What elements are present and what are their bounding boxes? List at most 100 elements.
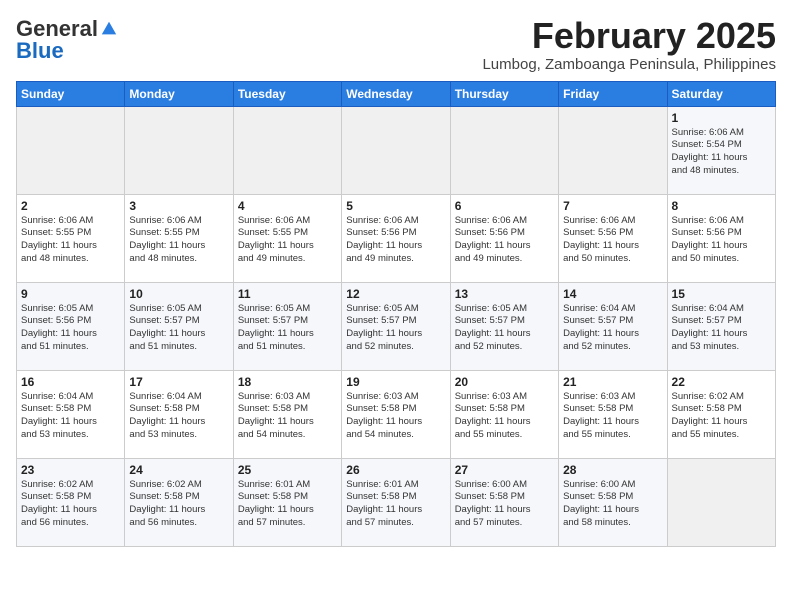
month-title: February 2025 [482,16,776,56]
day-info: Sunrise: 6:03 AM Sunset: 5:58 PM Dayligh… [346,391,445,442]
weekday-header-friday: Friday [559,81,667,106]
day-number: 14 [563,287,662,301]
calendar-cell: 4Sunrise: 6:06 AM Sunset: 5:55 PM Daylig… [233,194,341,282]
calendar-body: 1 Sunrise: 6:06 AM Sunset: 5:54 PM Daylig… [17,106,776,546]
day-info: Sunrise: 6:04 AM Sunset: 5:57 PM Dayligh… [563,303,662,354]
day-number: 4 [238,199,337,213]
day-info: Sunrise: 6:01 AM Sunset: 5:58 PM Dayligh… [346,479,445,530]
calendar-week-5: 23 Sunrise: 6:02 AM Sunset: 5:58 PM Dayli… [17,458,776,546]
calendar-cell: 13 Sunrise: 6:05 AM Sunset: 5:57 PM Dayli… [450,282,558,370]
weekday-header-tuesday: Tuesday [233,81,341,106]
weekday-header-monday: Monday [125,81,233,106]
calendar-cell: 6Sunrise: 6:06 AM Sunset: 5:56 PM Daylig… [450,194,558,282]
day-number: 15 [672,287,771,301]
day-number: 1 [672,111,771,125]
day-number: 16 [21,375,120,389]
calendar-cell: 16 Sunrise: 6:04 AM Sunset: 5:58 PM Dayli… [17,370,125,458]
day-info: Sunrise: 6:02 AM Sunset: 5:58 PM Dayligh… [21,479,120,530]
location-text: Lumbog, Zamboanga Peninsula, Philippines [482,56,776,73]
weekday-header-thursday: Thursday [450,81,558,106]
day-number: 9 [21,287,120,301]
day-info: Sunrise: 6:05 AM Sunset: 5:56 PM Dayligh… [21,303,120,354]
day-number: 12 [346,287,445,301]
calendar-cell [342,106,450,194]
calendar-table: SundayMondayTuesdayWednesdayThursdayFrid… [16,81,776,547]
day-number: 2 [21,199,120,213]
calendar-cell: 18 Sunrise: 6:03 AM Sunset: 5:58 PM Dayli… [233,370,341,458]
day-info: Sunrise: 6:05 AM Sunset: 5:57 PM Dayligh… [238,303,337,354]
logo-blue-text: Blue [16,38,64,64]
day-info: Sunrise: 6:05 AM Sunset: 5:57 PM Dayligh… [129,303,228,354]
day-number: 28 [563,463,662,477]
calendar-cell: 8 Sunrise: 6:06 AM Sunset: 5:56 PM Daylig… [667,194,775,282]
calendar-week-3: 9 Sunrise: 6:05 AM Sunset: 5:56 PM Daylig… [17,282,776,370]
day-number: 3 [129,199,228,213]
calendar-week-4: 16 Sunrise: 6:04 AM Sunset: 5:58 PM Dayli… [17,370,776,458]
calendar-cell: 3 Sunrise: 6:06 AM Sunset: 5:55 PM Daylig… [125,194,233,282]
day-info: Sunrise: 6:03 AM Sunset: 5:58 PM Dayligh… [238,391,337,442]
day-number: 25 [238,463,337,477]
day-info: Sunrise: 6:04 AM Sunset: 5:58 PM Dayligh… [129,391,228,442]
calendar-cell: 28 Sunrise: 6:00 AM Sunset: 5:58 PM Dayli… [559,458,667,546]
weekday-header-sunday: Sunday [17,81,125,106]
day-info: Sunrise: 6:05 AM Sunset: 5:57 PM Dayligh… [455,303,554,354]
calendar-cell: 19 Sunrise: 6:03 AM Sunset: 5:58 PM Dayli… [342,370,450,458]
calendar-cell: 10 Sunrise: 6:05 AM Sunset: 5:57 PM Dayli… [125,282,233,370]
calendar-cell: 1 Sunrise: 6:06 AM Sunset: 5:54 PM Daylig… [667,106,775,194]
calendar-cell [450,106,558,194]
title-block: February 2025 Lumbog, Zamboanga Peninsul… [482,16,776,73]
calendar-cell: 25Sunrise: 6:01 AM Sunset: 5:58 PM Dayli… [233,458,341,546]
day-info: Sunrise: 6:00 AM Sunset: 5:58 PM Dayligh… [455,479,554,530]
day-number: 8 [672,199,771,213]
weekday-header-row: SundayMondayTuesdayWednesdayThursdayFrid… [17,81,776,106]
day-info: Sunrise: 6:06 AM Sunset: 5:55 PM Dayligh… [129,215,228,266]
calendar-cell: 2Sunrise: 6:06 AM Sunset: 5:55 PM Daylig… [17,194,125,282]
day-number: 22 [672,375,771,389]
day-number: 10 [129,287,228,301]
calendar-cell [233,106,341,194]
calendar-cell: 23 Sunrise: 6:02 AM Sunset: 5:58 PM Dayli… [17,458,125,546]
logo-icon [100,20,118,38]
calendar-cell [125,106,233,194]
day-number: 26 [346,463,445,477]
day-info: Sunrise: 6:06 AM Sunset: 5:54 PM Dayligh… [672,127,771,178]
calendar-cell: 14 Sunrise: 6:04 AM Sunset: 5:57 PM Dayli… [559,282,667,370]
day-info: Sunrise: 6:02 AM Sunset: 5:58 PM Dayligh… [672,391,771,442]
calendar-week-1: 1 Sunrise: 6:06 AM Sunset: 5:54 PM Daylig… [17,106,776,194]
calendar-cell: 5Sunrise: 6:06 AM Sunset: 5:56 PM Daylig… [342,194,450,282]
day-info: Sunrise: 6:06 AM Sunset: 5:56 PM Dayligh… [563,215,662,266]
calendar-cell: 22 Sunrise: 6:02 AM Sunset: 5:58 PM Dayli… [667,370,775,458]
calendar-cell: 24Sunrise: 6:02 AM Sunset: 5:58 PM Dayli… [125,458,233,546]
day-info: Sunrise: 6:05 AM Sunset: 5:57 PM Dayligh… [346,303,445,354]
calendar-cell: 12 Sunrise: 6:05 AM Sunset: 5:57 PM Dayli… [342,282,450,370]
calendar-cell: 20 Sunrise: 6:03 AM Sunset: 5:58 PM Dayli… [450,370,558,458]
calendar-cell: 27 Sunrise: 6:00 AM Sunset: 5:58 PM Dayli… [450,458,558,546]
day-number: 18 [238,375,337,389]
day-number: 21 [563,375,662,389]
calendar-cell: 9 Sunrise: 6:05 AM Sunset: 5:56 PM Daylig… [17,282,125,370]
day-info: Sunrise: 6:06 AM Sunset: 5:56 PM Dayligh… [455,215,554,266]
day-number: 7 [563,199,662,213]
day-info: Sunrise: 6:02 AM Sunset: 5:58 PM Dayligh… [129,479,228,530]
calendar-cell: 21Sunrise: 6:03 AM Sunset: 5:58 PM Dayli… [559,370,667,458]
day-info: Sunrise: 6:04 AM Sunset: 5:57 PM Dayligh… [672,303,771,354]
day-info: Sunrise: 6:04 AM Sunset: 5:58 PM Dayligh… [21,391,120,442]
day-number: 27 [455,463,554,477]
day-number: 20 [455,375,554,389]
day-info: Sunrise: 6:03 AM Sunset: 5:58 PM Dayligh… [455,391,554,442]
day-number: 19 [346,375,445,389]
calendar-cell: 26 Sunrise: 6:01 AM Sunset: 5:58 PM Dayli… [342,458,450,546]
page-header: General Blue February 2025 Lumbog, Zambo… [16,16,776,73]
day-number: 17 [129,375,228,389]
weekday-header-wednesday: Wednesday [342,81,450,106]
logo: General Blue [16,16,118,64]
day-info: Sunrise: 6:00 AM Sunset: 5:58 PM Dayligh… [563,479,662,530]
day-number: 5 [346,199,445,213]
day-number: 13 [455,287,554,301]
weekday-header-saturday: Saturday [667,81,775,106]
day-info: Sunrise: 6:06 AM Sunset: 5:56 PM Dayligh… [672,215,771,266]
day-number: 23 [21,463,120,477]
calendar-cell [559,106,667,194]
calendar-cell: 15 Sunrise: 6:04 AM Sunset: 5:57 PM Dayli… [667,282,775,370]
calendar-cell: 11Sunrise: 6:05 AM Sunset: 5:57 PM Dayli… [233,282,341,370]
